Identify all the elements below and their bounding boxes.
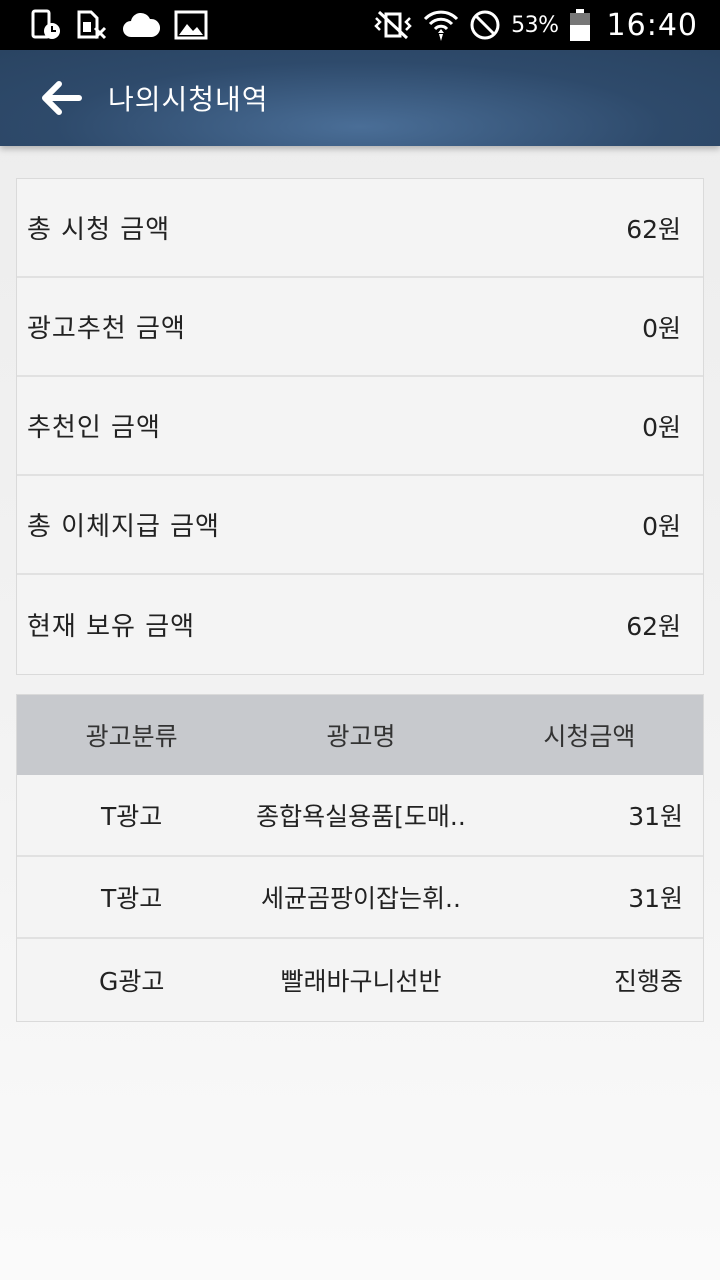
battery-percent: 53% (511, 12, 559, 38)
row-amount: 31원 (628, 802, 683, 831)
status-system: 53% 16:40 (373, 7, 698, 43)
do-not-disturb-icon (469, 9, 501, 41)
cloud-icon (122, 11, 160, 39)
table-row[interactable]: T광고 종합욕실용품[도매.. 31원 (17, 775, 703, 857)
table-header: 광고분류 광고명 시청금액 (17, 695, 703, 775)
summary-row-total-transfer: 총 이체지급 금액 0원 (17, 476, 703, 575)
summary-value: 0원 (642, 313, 681, 343)
header-amount: 시청금액 (543, 722, 636, 751)
row-ad-name: 빨래바구니선반 (280, 967, 442, 996)
summary-row-total-view: 총 시청 금액 62원 (17, 179, 703, 278)
image-icon (174, 10, 208, 40)
summary-value: 0원 (642, 412, 681, 442)
app-bar: 나의시청내역 (0, 50, 720, 146)
row-ad-name: 종합욕실용품[도매.. (256, 802, 466, 831)
row-amount: 진행중 (613, 967, 683, 996)
sim-off-icon (76, 9, 108, 41)
status-bar: 53% 16:40 (0, 0, 720, 50)
row-category: T광고 (101, 802, 163, 831)
table-row[interactable]: T광고 세균곰팡이잡는휘.. 31원 (17, 857, 703, 939)
summary-label: 현재 보유 금액 (27, 612, 196, 642)
row-category: T광고 (101, 884, 163, 913)
back-arrow-icon (42, 81, 82, 115)
summary-row-referrer: 추천인 금액 0원 (17, 377, 703, 476)
summary-label: 총 시청 금액 (27, 215, 171, 245)
status-notifications (30, 9, 208, 41)
ad-history-table: 광고분류 광고명 시청금액 T광고 종합욕실용품[도매.. 31원 T광고 세균… (16, 694, 704, 1022)
clock: 16:40 (606, 7, 698, 43)
header-category: 광고분류 (85, 722, 178, 751)
vibrate-mute-icon (373, 10, 413, 40)
table-row[interactable]: G광고 빨래바구니선반 진행중 (17, 939, 703, 1021)
phone-clock-icon (30, 9, 62, 41)
summary-value: 0원 (642, 511, 681, 541)
summary-label: 추천인 금액 (27, 413, 161, 443)
summary-label: 광고추천 금액 (27, 314, 186, 344)
summary-value: 62원 (626, 214, 681, 244)
summary-label: 총 이체지급 금액 (27, 512, 220, 542)
summary-card: 총 시청 금액 62원 광고추천 금액 0원 추천인 금액 0원 총 이체지급 … (16, 178, 704, 675)
row-ad-name: 세균곰팡이잡는휘.. (261, 884, 461, 913)
row-category: G광고 (98, 967, 165, 996)
row-amount: 31원 (628, 884, 683, 913)
summary-row-current-balance: 현재 보유 금액 62원 (17, 575, 703, 674)
header-ad-name: 광고명 (326, 722, 396, 751)
wifi-icon (423, 7, 459, 43)
summary-row-ad-referral: 광고추천 금액 0원 (17, 278, 703, 377)
battery-icon (569, 8, 591, 42)
back-button[interactable] (28, 65, 94, 131)
summary-value: 62원 (626, 611, 681, 641)
page-title: 나의시청내역 (108, 83, 269, 116)
